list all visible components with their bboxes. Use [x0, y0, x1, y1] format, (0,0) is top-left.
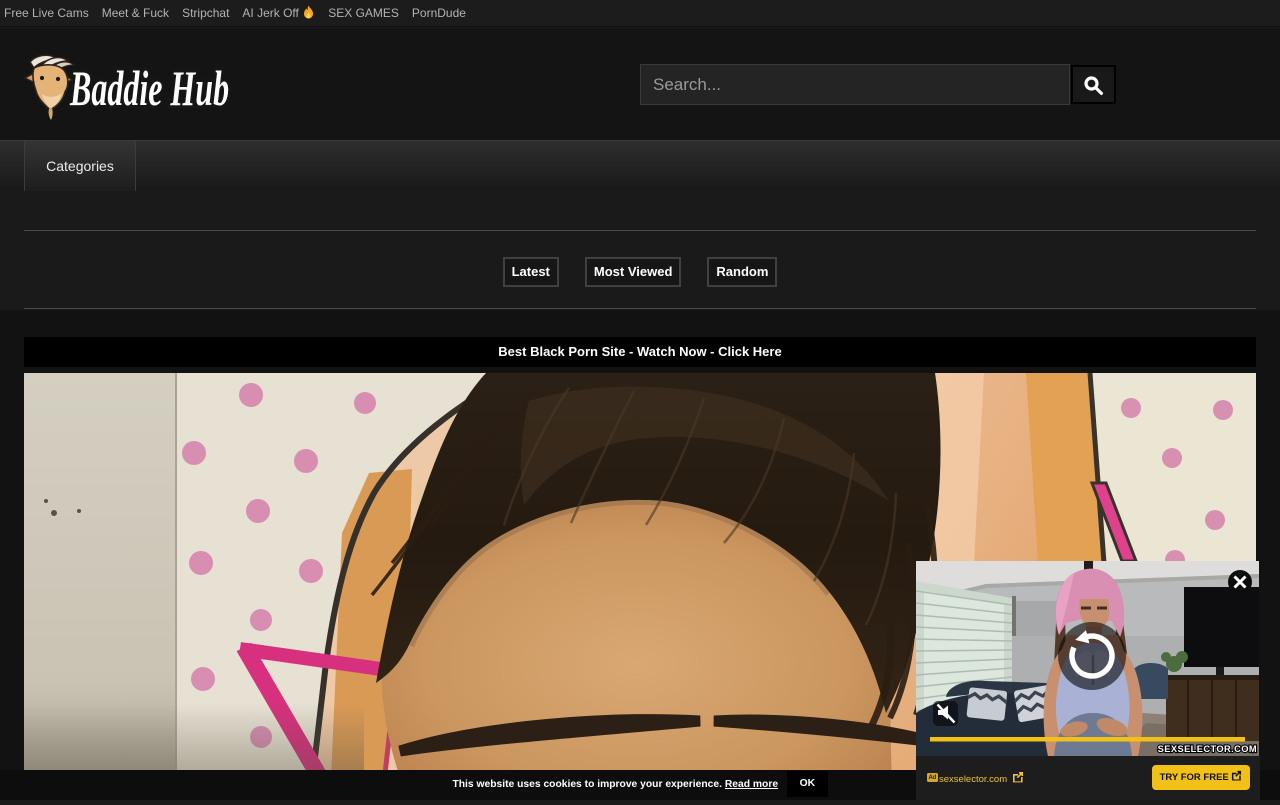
svg-text:SEXSELECTOR.COM: SEXSELECTOR.COM [1158, 744, 1257, 754]
svg-text:Baddie Hub: Baddie Hub [69, 62, 229, 117]
